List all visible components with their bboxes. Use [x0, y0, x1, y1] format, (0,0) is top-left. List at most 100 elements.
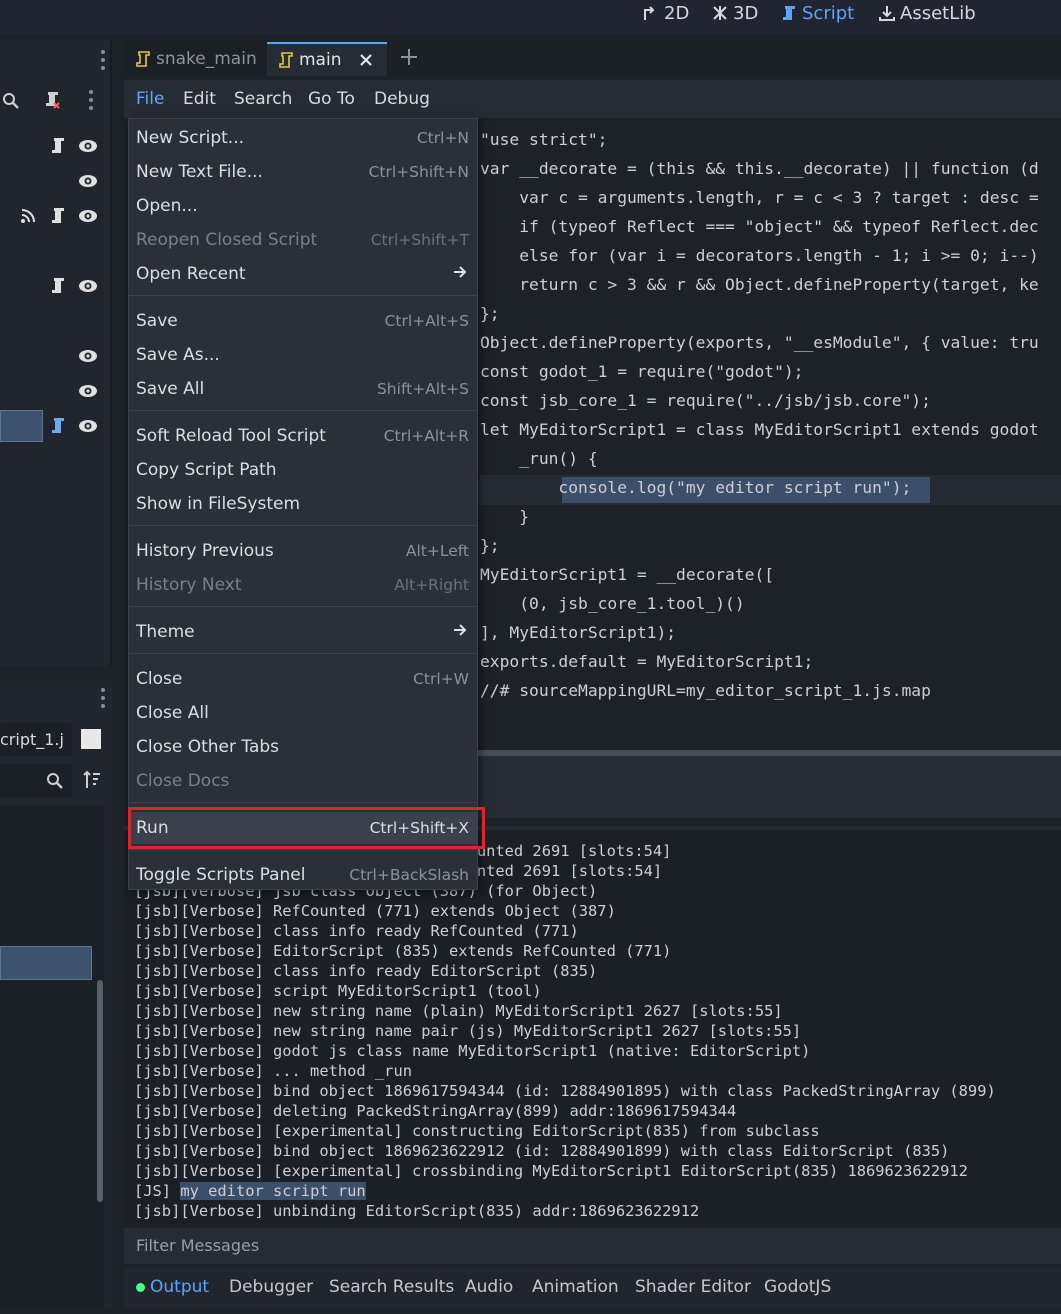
signal-icon[interactable] [20, 208, 36, 224]
menu-debug[interactable]: Debug [374, 89, 430, 109]
script-attached-icon[interactable] [50, 277, 66, 295]
tab-output[interactable]: Output [136, 1277, 209, 1297]
script-attached-icon[interactable] [50, 137, 66, 155]
code-line: if (typeof Reflect === "object" && typeo… [480, 217, 1039, 236]
tab-label: snake_main [156, 49, 257, 69]
menu-item-history-next[interactable]: History Next Alt+Right [129, 569, 477, 601]
log-line: [jsb][Verbose] godot js class name MyEdi… [134, 1042, 811, 1060]
scene-dock [0, 40, 112, 666]
tab-shader-editor[interactable]: Shader Editor [635, 1277, 751, 1297]
menu-item-label: Close Other Tabs [136, 737, 280, 757]
tab-godotjs[interactable]: GodotJS [764, 1277, 831, 1297]
log-line: [jsb][Verbose] new string name pair (js)… [134, 1022, 802, 1040]
code-line: console.log("my editor script run"); [480, 478, 912, 497]
menu-item-save[interactable]: Save Ctrl+Alt+S [129, 305, 477, 337]
log-line: [jsb][Verbose] class info ready EditorSc… [134, 962, 598, 980]
menu-item-toggle-scripts-panel[interactable]: Toggle Scripts Panel Ctrl+BackSlash [129, 859, 477, 891]
mode-script-button[interactable]: Script [780, 0, 854, 26]
sort-icon[interactable] [82, 770, 102, 790]
selected-file-row[interactable] [0, 946, 92, 980]
menu-edit[interactable]: Edit [183, 89, 216, 109]
menu-item-label: Save All [136, 379, 205, 399]
visibility-eye-icon[interactable] [78, 279, 98, 293]
submenu-arrow-icon [454, 266, 467, 278]
tab-debugger[interactable]: Debugger [229, 1277, 313, 1297]
script-attached-icon[interactable] [50, 207, 66, 225]
menu-separator [129, 295, 477, 296]
mode-3d-button[interactable]: 3D [711, 0, 758, 26]
log-line-js: [JS] my editor script run [134, 1182, 366, 1200]
menu-separator [129, 802, 477, 803]
log-line: [jsb][Verbose] deleting PackedStringArra… [134, 1102, 737, 1120]
dock-menu-icon[interactable] [100, 688, 106, 708]
menu-item-new-text-file[interactable]: New Text File... Ctrl+Shift+N [129, 156, 477, 188]
dock-menu-icon[interactable] [100, 50, 106, 70]
menu-item-close-other-tabs[interactable]: Close Other Tabs [129, 731, 477, 763]
code-line: exports.default = MyEditorScript1; [480, 652, 814, 671]
close-icon[interactable] [359, 53, 373, 67]
menu-item-save-all[interactable]: Save All Shift+Alt+S [129, 373, 477, 405]
menu-item-save-as[interactable]: Save As... [129, 339, 477, 371]
menu-item-new-script[interactable]: New Script... Ctrl+N [129, 122, 477, 154]
menu-item-shortcut: Ctrl+Alt+S [384, 312, 469, 330]
code-editor[interactable]: "use strict"; var __decorate = (this && … [478, 118, 1061, 750]
scene-menu-icon[interactable] [88, 90, 94, 110]
code-line: const jsb_core_1 = require("../jsb/jsb.c… [480, 391, 931, 410]
menu-item-open-recent[interactable]: Open Recent [129, 258, 477, 290]
menu-item-soft-reload-tool-script[interactable]: Soft Reload Tool Script Ctrl+Alt+R [129, 420, 477, 452]
search-icon[interactable] [2, 92, 20, 110]
detach-script-icon[interactable] [42, 90, 62, 110]
code-line: var c = arguments.length, r = c < 3 ? ta… [480, 188, 1039, 207]
add-tab-icon[interactable] [400, 48, 418, 66]
menu-item-history-previous[interactable]: History Previous Alt+Left [129, 535, 477, 567]
visibility-eye-icon[interactable] [78, 209, 98, 223]
menu-item-reopen-closed-script[interactable]: Reopen Closed Script Ctrl+Shift+T [129, 224, 477, 256]
visibility-eye-icon[interactable] [78, 349, 98, 363]
menu-item-label: Toggle Scripts Panel [136, 865, 306, 885]
menu-item-label: Copy Script Path [136, 460, 277, 480]
menu-item-shortcut: Ctrl+N [416, 129, 469, 147]
tab-animation[interactable]: Animation [532, 1277, 619, 1297]
code-line: }; [480, 536, 500, 555]
menu-search[interactable]: Search [234, 89, 292, 109]
menu-item-theme[interactable]: Theme [129, 616, 477, 648]
log-line: [jsb][Verbose] ... method _run [134, 1062, 412, 1080]
script-attached-icon[interactable] [50, 417, 66, 435]
visibility-eye-icon[interactable] [78, 174, 98, 188]
script-tab-bar: snake_main main [124, 40, 1061, 76]
menu-item-open[interactable]: Open... [129, 190, 477, 222]
menu-item-label: Open Recent [136, 264, 246, 284]
tab-search-results[interactable]: Search Results [329, 1277, 454, 1297]
file-tree [0, 806, 104, 1308]
visibility-eye-icon[interactable] [78, 419, 98, 433]
menu-item-close[interactable]: Close Ctrl+W [129, 663, 477, 695]
script-menu-bar: File Edit Search Go To Debug [124, 80, 1061, 118]
visibility-eye-icon[interactable] [78, 384, 98, 398]
menu-item-copy-script-path[interactable]: Copy Script Path [129, 454, 477, 486]
file-tree-scrollbar[interactable] [97, 980, 103, 1202]
menu-item-show-in-filesystem[interactable]: Show in FileSystem [129, 488, 477, 520]
submenu-arrow-icon [454, 624, 467, 636]
filter-messages-input[interactable]: Filter Messages [124, 1228, 1061, 1264]
menu-item-label: New Text File... [136, 162, 263, 182]
tab-snake-main[interactable]: snake_main [124, 42, 266, 76]
path-field[interactable]: cript_1.j [0, 722, 72, 756]
2d-move-icon [644, 6, 655, 20]
mode-2d-button[interactable]: 2D [642, 0, 689, 26]
tab-audio[interactable]: Audio [465, 1277, 513, 1297]
code-line: var __decorate = (this && this.__decorat… [480, 159, 1039, 178]
menu-item-label: Close [136, 669, 183, 689]
menu-item-close-docs[interactable]: Close Docs [129, 765, 477, 797]
tab-main[interactable]: main [267, 42, 387, 76]
code-line: Object.defineProperty(exports, "__esModu… [480, 333, 1039, 352]
mode-assetlib-button[interactable]: AssetLib [878, 0, 976, 26]
menu-item-close-all[interactable]: Close All [129, 697, 477, 729]
code-line: _run() { [480, 449, 598, 468]
code-line: let MyEditorScript1 = class MyEditorScri… [480, 420, 1039, 439]
file-thumbnail-icon[interactable] [81, 729, 101, 749]
selected-node-row[interactable] [0, 410, 43, 442]
menu-file[interactable]: File [136, 89, 164, 109]
visibility-eye-icon[interactable] [78, 139, 98, 153]
menu-go-to[interactable]: Go To [308, 89, 355, 109]
log-line: [jsb][Verbose] [experimental] crossbindi… [134, 1162, 968, 1180]
